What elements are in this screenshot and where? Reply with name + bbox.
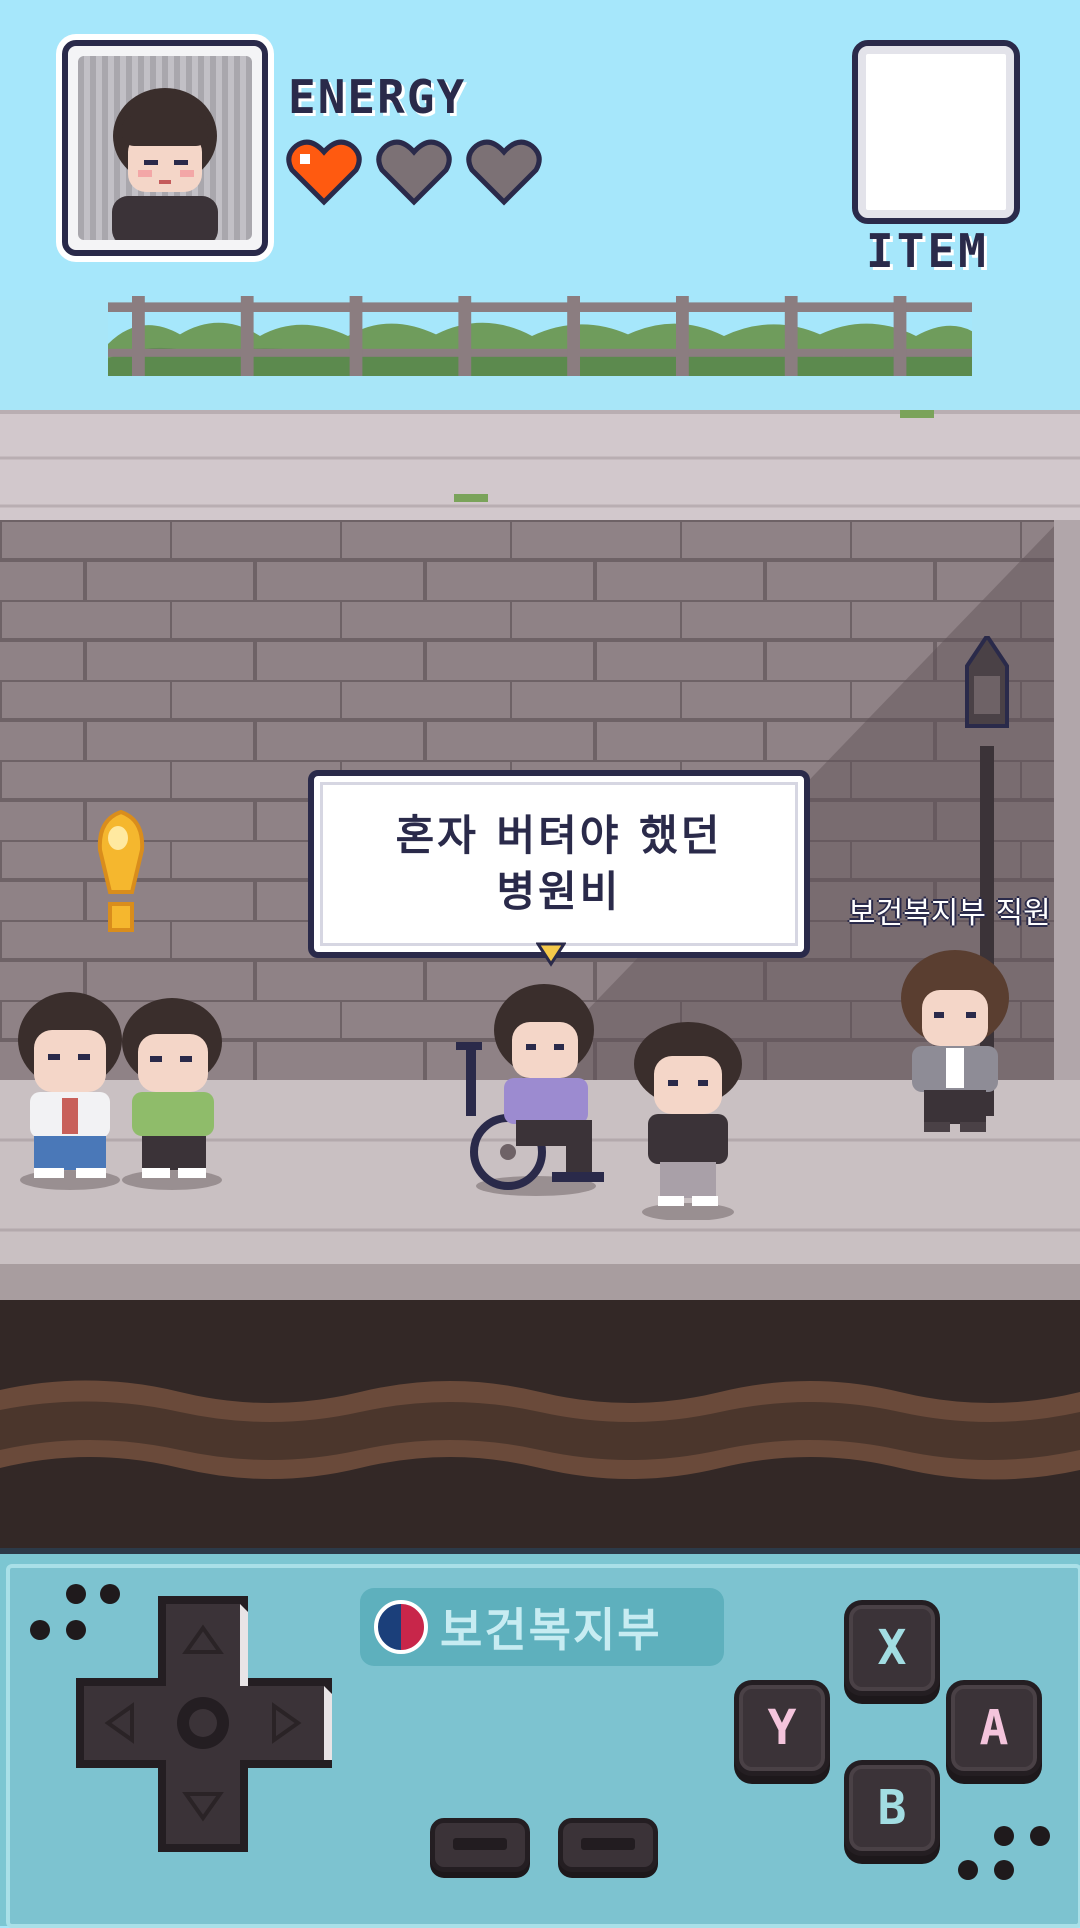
npc-pair-sprite[interactable] [12, 990, 232, 1190]
taegeuk-logo-icon [374, 1600, 428, 1654]
x-button[interactable]: X [844, 1600, 940, 1696]
brand-text: 보건복지부 [440, 1603, 662, 1657]
player-avatar-icon [112, 88, 218, 240]
start-button[interactable] [558, 1818, 658, 1872]
heart-empty-icon [376, 139, 452, 206]
a-button-label: A [979, 1700, 1009, 1756]
player-portrait[interactable] [62, 40, 268, 256]
speech-tail-icon [536, 942, 566, 967]
speech-line-2: 병원비 [496, 867, 622, 916]
energy-label: ENERGY [288, 70, 467, 124]
speech-line-1: 혼자 버텨야 했던 [395, 811, 723, 860]
fence-with-bushes [108, 296, 972, 376]
dpad-icon[interactable] [70, 1590, 340, 1860]
ministry-staff-sprite[interactable] [900, 950, 1010, 1140]
item-slot[interactable] [852, 40, 1020, 224]
b-button-label: B [877, 1780, 907, 1836]
ministry-brand-badge: 보건복지부 [360, 1588, 724, 1666]
dot-decoration [994, 1860, 1014, 1880]
x-button-label: X [877, 1620, 907, 1676]
b-button[interactable]: B [844, 1760, 940, 1856]
dot-decoration [958, 1860, 978, 1880]
exclamation-icon [97, 810, 145, 932]
dot-decoration [994, 1826, 1014, 1846]
heart-empty-icon [466, 139, 542, 206]
y-button-label: Y [767, 1700, 797, 1756]
heart-full-icon [286, 139, 362, 206]
portrait-background [78, 56, 252, 240]
wheelchair-character-sprite[interactable] [456, 980, 616, 1200]
select-button[interactable] [430, 1818, 530, 1872]
upper-walkway [0, 410, 1080, 520]
boy-character-sprite[interactable] [628, 1020, 748, 1220]
a-button[interactable]: A [946, 1680, 1042, 1776]
npc-name-label: 보건복지부 직원 [848, 896, 1051, 931]
item-label: ITEM [866, 224, 989, 278]
river [0, 1300, 1080, 1550]
y-button[interactable]: Y [734, 1680, 830, 1776]
speech-bubble: 혼자 버텨야 했던 병원비 [308, 770, 810, 958]
dot-decoration [30, 1620, 50, 1640]
dot-decoration [1030, 1826, 1050, 1846]
